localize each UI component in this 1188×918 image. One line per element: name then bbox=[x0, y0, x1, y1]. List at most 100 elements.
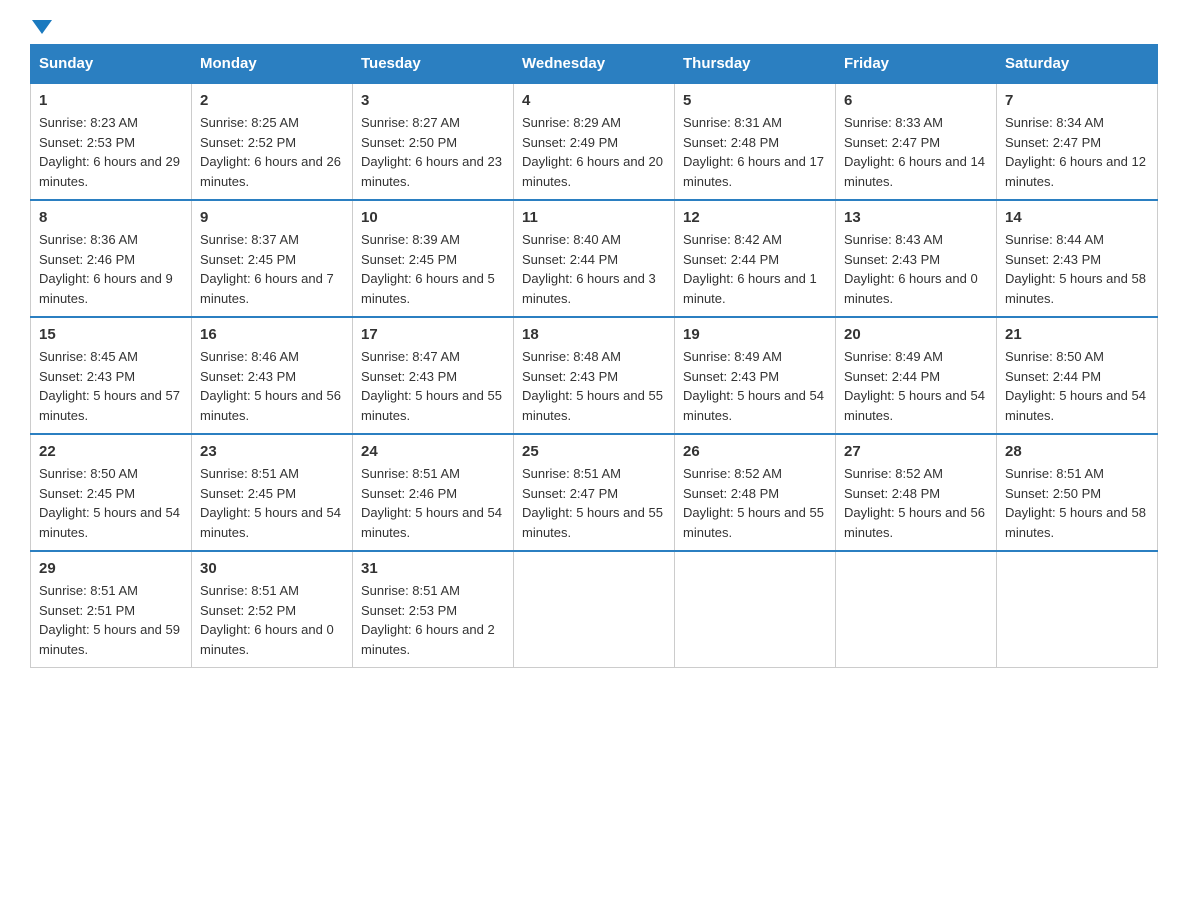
day-info: Sunrise: 8:40 AM Sunset: 2:44 PM Dayligh… bbox=[522, 230, 666, 308]
calendar-cell: 25 Sunrise: 8:51 AM Sunset: 2:47 PM Dayl… bbox=[514, 434, 675, 551]
calendar-cell bbox=[514, 551, 675, 668]
day-info: Sunrise: 8:37 AM Sunset: 2:45 PM Dayligh… bbox=[200, 230, 344, 308]
day-info: Sunrise: 8:50 AM Sunset: 2:45 PM Dayligh… bbox=[39, 464, 183, 542]
day-number: 24 bbox=[361, 443, 505, 460]
day-info: Sunrise: 8:23 AM Sunset: 2:53 PM Dayligh… bbox=[39, 113, 183, 191]
day-info: Sunrise: 8:50 AM Sunset: 2:44 PM Dayligh… bbox=[1005, 347, 1149, 425]
calendar-week-row: 29 Sunrise: 8:51 AM Sunset: 2:51 PM Dayl… bbox=[31, 551, 1158, 668]
calendar-cell: 20 Sunrise: 8:49 AM Sunset: 2:44 PM Dayl… bbox=[836, 317, 997, 434]
day-number: 12 bbox=[683, 209, 827, 226]
calendar-cell: 2 Sunrise: 8:25 AM Sunset: 2:52 PM Dayli… bbox=[192, 83, 353, 200]
calendar-cell: 5 Sunrise: 8:31 AM Sunset: 2:48 PM Dayli… bbox=[675, 83, 836, 200]
day-number: 23 bbox=[200, 443, 344, 460]
calendar-cell: 10 Sunrise: 8:39 AM Sunset: 2:45 PM Dayl… bbox=[353, 200, 514, 317]
calendar-week-row: 22 Sunrise: 8:50 AM Sunset: 2:45 PM Dayl… bbox=[31, 434, 1158, 551]
day-info: Sunrise: 8:42 AM Sunset: 2:44 PM Dayligh… bbox=[683, 230, 827, 308]
calendar-cell: 18 Sunrise: 8:48 AM Sunset: 2:43 PM Dayl… bbox=[514, 317, 675, 434]
day-number: 9 bbox=[200, 209, 344, 226]
day-number: 5 bbox=[683, 92, 827, 109]
day-number: 13 bbox=[844, 209, 988, 226]
day-info: Sunrise: 8:39 AM Sunset: 2:45 PM Dayligh… bbox=[361, 230, 505, 308]
day-info: Sunrise: 8:49 AM Sunset: 2:44 PM Dayligh… bbox=[844, 347, 988, 425]
day-number: 21 bbox=[1005, 326, 1149, 343]
calendar-cell: 26 Sunrise: 8:52 AM Sunset: 2:48 PM Dayl… bbox=[675, 434, 836, 551]
day-info: Sunrise: 8:34 AM Sunset: 2:47 PM Dayligh… bbox=[1005, 113, 1149, 191]
calendar-cell bbox=[836, 551, 997, 668]
calendar-cell: 24 Sunrise: 8:51 AM Sunset: 2:46 PM Dayl… bbox=[353, 434, 514, 551]
day-info: Sunrise: 8:43 AM Sunset: 2:43 PM Dayligh… bbox=[844, 230, 988, 308]
calendar-cell: 27 Sunrise: 8:52 AM Sunset: 2:48 PM Dayl… bbox=[836, 434, 997, 551]
day-number: 4 bbox=[522, 92, 666, 109]
day-info: Sunrise: 8:51 AM Sunset: 2:51 PM Dayligh… bbox=[39, 581, 183, 659]
calendar-cell: 13 Sunrise: 8:43 AM Sunset: 2:43 PM Dayl… bbox=[836, 200, 997, 317]
day-number: 10 bbox=[361, 209, 505, 226]
day-info: Sunrise: 8:45 AM Sunset: 2:43 PM Dayligh… bbox=[39, 347, 183, 425]
calendar-cell: 15 Sunrise: 8:45 AM Sunset: 2:43 PM Dayl… bbox=[31, 317, 192, 434]
calendar-cell: 17 Sunrise: 8:47 AM Sunset: 2:43 PM Dayl… bbox=[353, 317, 514, 434]
day-info: Sunrise: 8:51 AM Sunset: 2:50 PM Dayligh… bbox=[1005, 464, 1149, 542]
calendar-cell: 23 Sunrise: 8:51 AM Sunset: 2:45 PM Dayl… bbox=[192, 434, 353, 551]
calendar-cell: 16 Sunrise: 8:46 AM Sunset: 2:43 PM Dayl… bbox=[192, 317, 353, 434]
calendar-week-row: 15 Sunrise: 8:45 AM Sunset: 2:43 PM Dayl… bbox=[31, 317, 1158, 434]
day-number: 25 bbox=[522, 443, 666, 460]
day-number: 2 bbox=[200, 92, 344, 109]
calendar-cell: 30 Sunrise: 8:51 AM Sunset: 2:52 PM Dayl… bbox=[192, 551, 353, 668]
calendar-cell: 1 Sunrise: 8:23 AM Sunset: 2:53 PM Dayli… bbox=[31, 83, 192, 200]
day-number: 18 bbox=[522, 326, 666, 343]
day-info: Sunrise: 8:48 AM Sunset: 2:43 PM Dayligh… bbox=[522, 347, 666, 425]
calendar-cell: 11 Sunrise: 8:40 AM Sunset: 2:44 PM Dayl… bbox=[514, 200, 675, 317]
calendar-cell bbox=[997, 551, 1158, 668]
calendar-header-tuesday: Tuesday bbox=[353, 45, 514, 84]
day-number: 1 bbox=[39, 92, 183, 109]
day-info: Sunrise: 8:46 AM Sunset: 2:43 PM Dayligh… bbox=[200, 347, 344, 425]
logo-triangle-icon bbox=[32, 20, 52, 34]
day-info: Sunrise: 8:51 AM Sunset: 2:45 PM Dayligh… bbox=[200, 464, 344, 542]
day-number: 14 bbox=[1005, 209, 1149, 226]
day-info: Sunrise: 8:29 AM Sunset: 2:49 PM Dayligh… bbox=[522, 113, 666, 191]
day-info: Sunrise: 8:25 AM Sunset: 2:52 PM Dayligh… bbox=[200, 113, 344, 191]
day-number: 26 bbox=[683, 443, 827, 460]
calendar-cell: 28 Sunrise: 8:51 AM Sunset: 2:50 PM Dayl… bbox=[997, 434, 1158, 551]
logo bbox=[30, 20, 52, 34]
calendar-header-friday: Friday bbox=[836, 45, 997, 84]
day-info: Sunrise: 8:51 AM Sunset: 2:46 PM Dayligh… bbox=[361, 464, 505, 542]
day-info: Sunrise: 8:51 AM Sunset: 2:47 PM Dayligh… bbox=[522, 464, 666, 542]
calendar-header-monday: Monday bbox=[192, 45, 353, 84]
day-number: 30 bbox=[200, 560, 344, 577]
calendar-cell: 21 Sunrise: 8:50 AM Sunset: 2:44 PM Dayl… bbox=[997, 317, 1158, 434]
day-number: 6 bbox=[844, 92, 988, 109]
day-number: 28 bbox=[1005, 443, 1149, 460]
calendar-cell: 29 Sunrise: 8:51 AM Sunset: 2:51 PM Dayl… bbox=[31, 551, 192, 668]
day-number: 31 bbox=[361, 560, 505, 577]
calendar-cell: 9 Sunrise: 8:37 AM Sunset: 2:45 PM Dayli… bbox=[192, 200, 353, 317]
day-number: 3 bbox=[361, 92, 505, 109]
day-number: 8 bbox=[39, 209, 183, 226]
day-info: Sunrise: 8:31 AM Sunset: 2:48 PM Dayligh… bbox=[683, 113, 827, 191]
day-info: Sunrise: 8:52 AM Sunset: 2:48 PM Dayligh… bbox=[683, 464, 827, 542]
calendar-week-row: 1 Sunrise: 8:23 AM Sunset: 2:53 PM Dayli… bbox=[31, 83, 1158, 200]
day-number: 27 bbox=[844, 443, 988, 460]
day-info: Sunrise: 8:49 AM Sunset: 2:43 PM Dayligh… bbox=[683, 347, 827, 425]
calendar-header-thursday: Thursday bbox=[675, 45, 836, 84]
day-number: 19 bbox=[683, 326, 827, 343]
calendar-cell: 22 Sunrise: 8:50 AM Sunset: 2:45 PM Dayl… bbox=[31, 434, 192, 551]
calendar-header-sunday: Sunday bbox=[31, 45, 192, 84]
calendar-cell: 31 Sunrise: 8:51 AM Sunset: 2:53 PM Dayl… bbox=[353, 551, 514, 668]
day-number: 16 bbox=[200, 326, 344, 343]
day-info: Sunrise: 8:52 AM Sunset: 2:48 PM Dayligh… bbox=[844, 464, 988, 542]
day-number: 7 bbox=[1005, 92, 1149, 109]
day-info: Sunrise: 8:44 AM Sunset: 2:43 PM Dayligh… bbox=[1005, 230, 1149, 308]
day-number: 11 bbox=[522, 209, 666, 226]
day-number: 22 bbox=[39, 443, 183, 460]
day-info: Sunrise: 8:51 AM Sunset: 2:53 PM Dayligh… bbox=[361, 581, 505, 659]
calendar-cell: 7 Sunrise: 8:34 AM Sunset: 2:47 PM Dayli… bbox=[997, 83, 1158, 200]
calendar-cell: 12 Sunrise: 8:42 AM Sunset: 2:44 PM Dayl… bbox=[675, 200, 836, 317]
calendar-cell: 4 Sunrise: 8:29 AM Sunset: 2:49 PM Dayli… bbox=[514, 83, 675, 200]
day-number: 29 bbox=[39, 560, 183, 577]
calendar-cell: 14 Sunrise: 8:44 AM Sunset: 2:43 PM Dayl… bbox=[997, 200, 1158, 317]
day-number: 20 bbox=[844, 326, 988, 343]
day-info: Sunrise: 8:36 AM Sunset: 2:46 PM Dayligh… bbox=[39, 230, 183, 308]
calendar-table: SundayMondayTuesdayWednesdayThursdayFrid… bbox=[30, 44, 1158, 668]
calendar-cell: 3 Sunrise: 8:27 AM Sunset: 2:50 PM Dayli… bbox=[353, 83, 514, 200]
calendar-header-row: SundayMondayTuesdayWednesdayThursdayFrid… bbox=[31, 45, 1158, 84]
